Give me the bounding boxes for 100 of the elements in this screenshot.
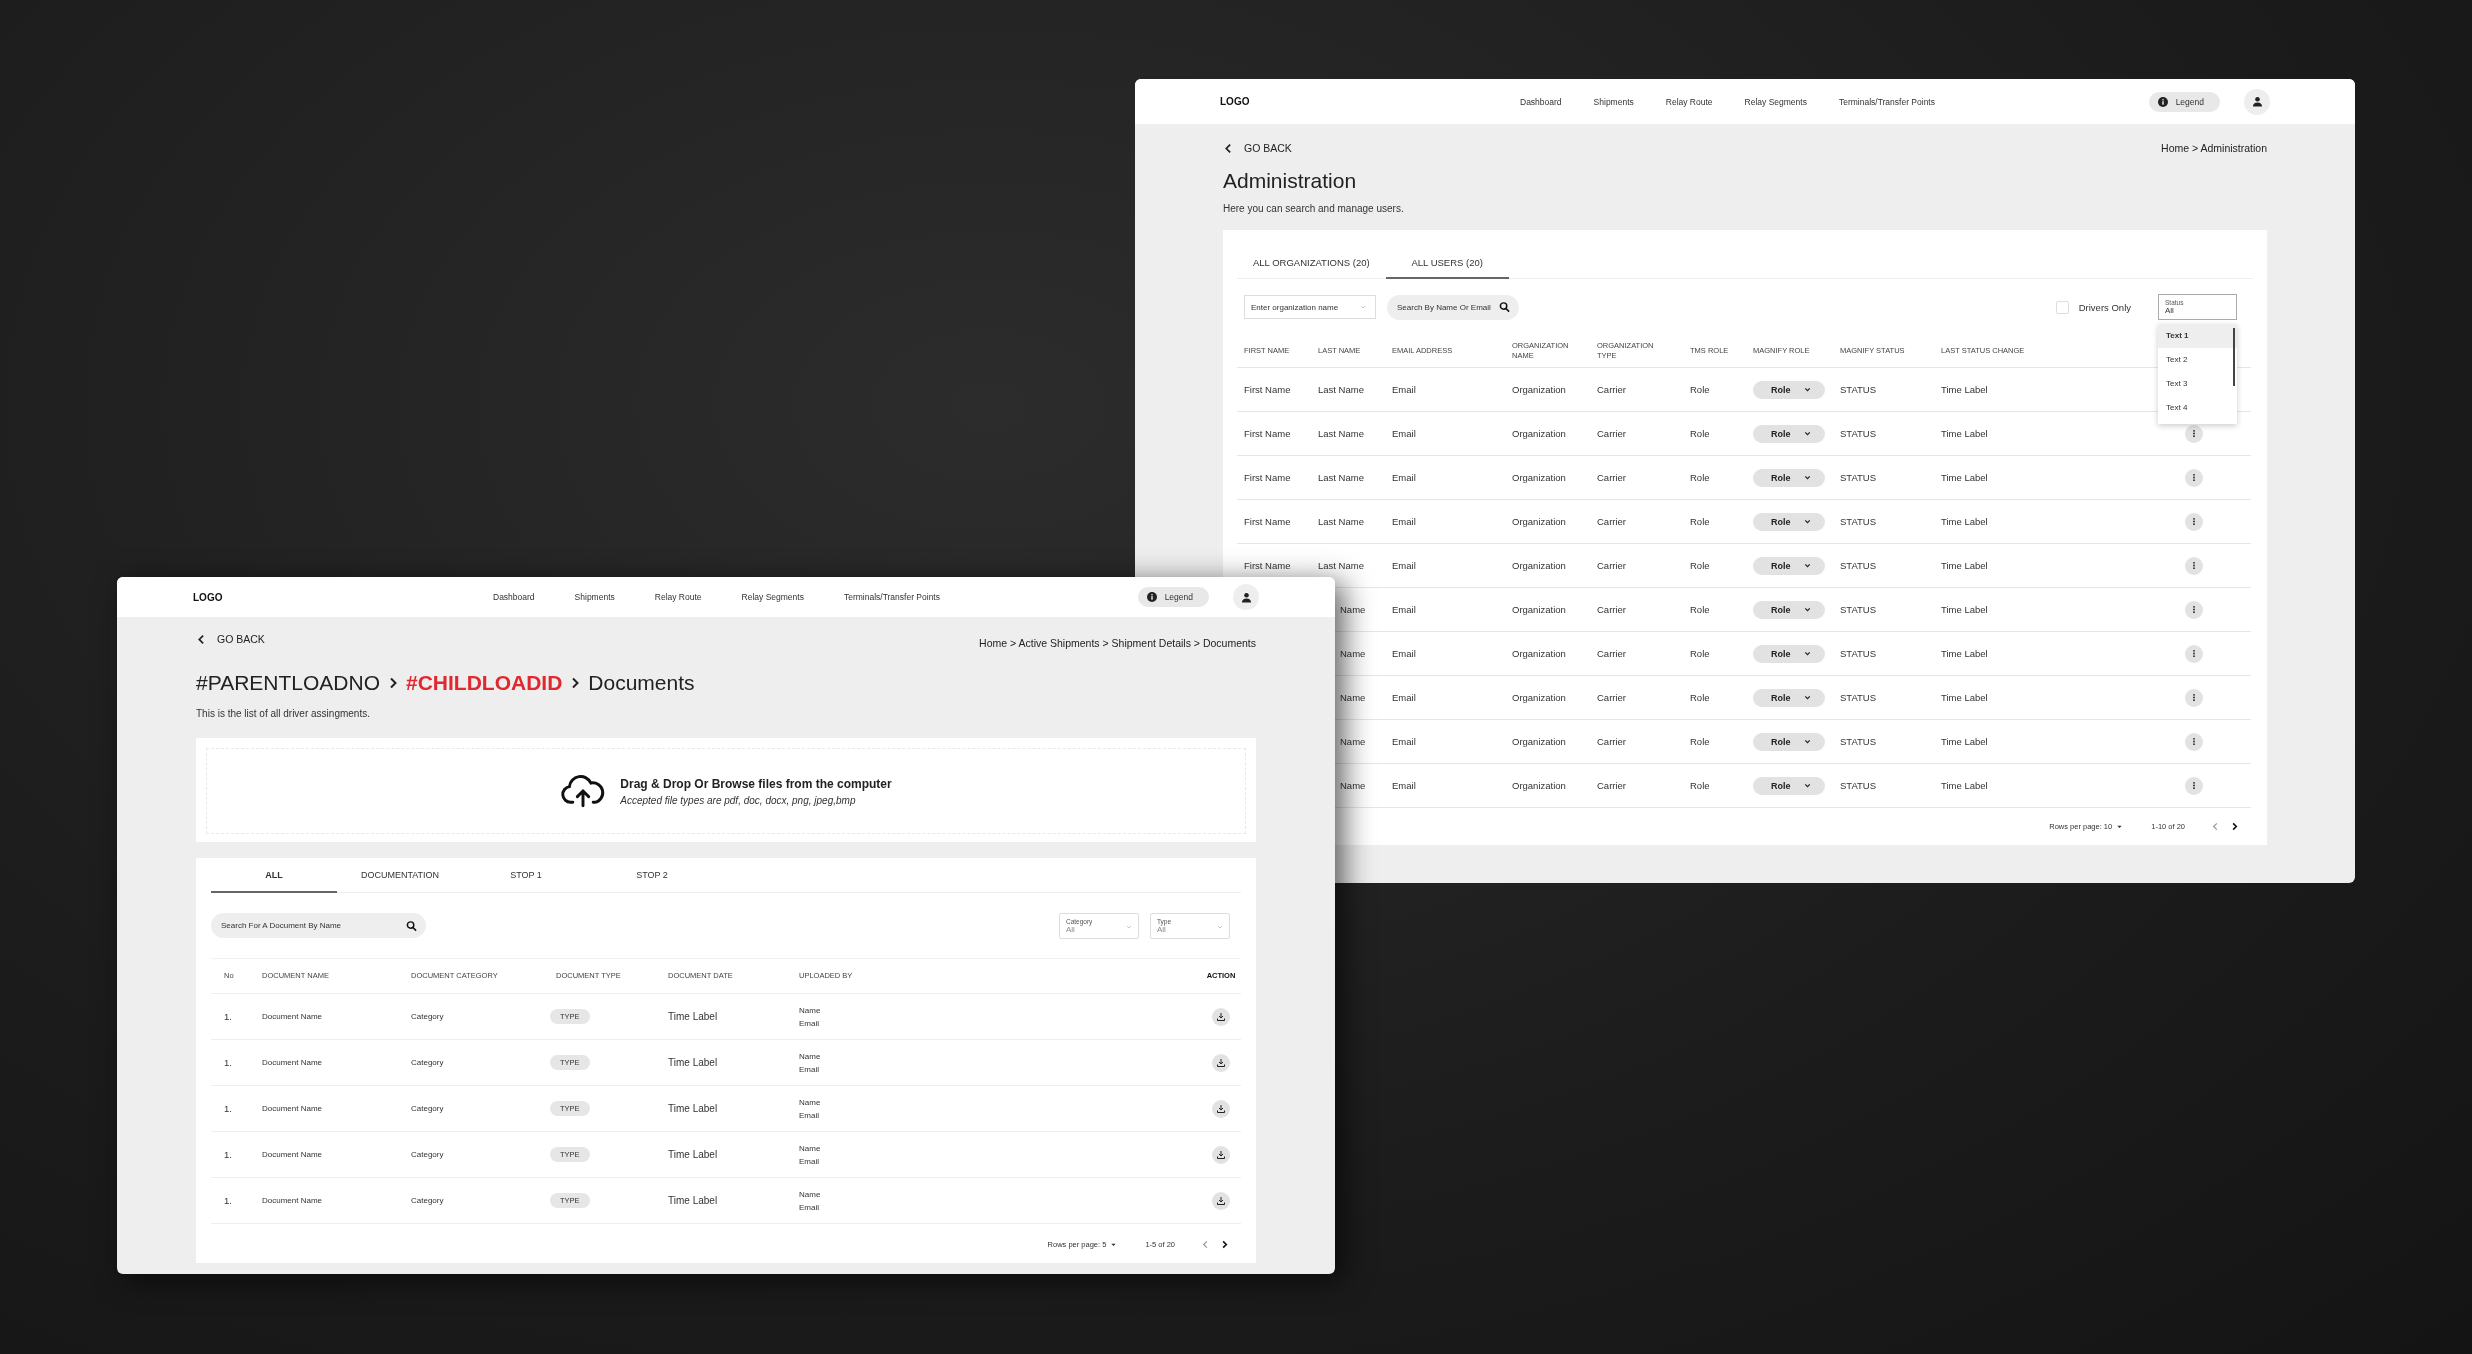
download-icon <box>1216 1149 1226 1160</box>
checkbox[interactable] <box>2055 300 2069 314</box>
user-icon <box>1240 591 1252 603</box>
organization-field[interactable]: Enter organization name <box>1244 295 1376 319</box>
page-title: Documents <box>588 671 695 695</box>
table-cell-text: STATUS <box>1840 384 1878 395</box>
table-cell-text: First Name <box>1244 516 1292 527</box>
uploader-name: Name <box>799 1143 821 1153</box>
next-page-button[interactable] <box>1220 1239 1229 1249</box>
download-button[interactable] <box>1212 1053 1230 1072</box>
more-button[interactable] <box>2185 776 2203 795</box>
nav-link[interactable]: Relay Segments <box>1744 96 1807 107</box>
table-cell-text: Name <box>1339 780 1367 791</box>
uploader-email: Email <box>799 1064 819 1074</box>
chevron-down-icon <box>1802 429 1812 438</box>
tab[interactable]: ALL USERS (20) <box>1385 248 1509 279</box>
dropdown-option[interactable]: Text 4 <box>2158 396 2237 420</box>
table-cell-text: Time Label <box>1941 384 1989 395</box>
tab[interactable]: DOCUMENTATION <box>337 858 463 893</box>
more-button[interactable] <box>2185 556 2203 575</box>
dropdown-option[interactable]: Text 3 <box>2158 372 2237 396</box>
more-button[interactable] <box>2185 688 2203 707</box>
tab[interactable]: STOP 2 <box>589 858 715 893</box>
table-cell-text: STATUS <box>1840 604 1878 615</box>
drop-zone[interactable]: Drag & Drop Or Browse files from the computer Accepted file types are pdf, doc, docx, png, jpeg,bmp <box>206 748 1246 834</box>
checkbox-label: Drivers Only <box>2078 301 2131 313</box>
table-cell-text: Carrier <box>1597 604 1628 615</box>
nav-link[interactable]: Relay Segments <box>741 592 804 602</box>
tab[interactable]: ALL ORGANIZATIONS (20) <box>1245 248 1386 279</box>
nav-link[interactable]: Dashboard <box>1520 96 1562 107</box>
role-select[interactable]: Role <box>1753 468 1825 487</box>
go-back-link[interactable]: GO BACK <box>196 633 265 645</box>
dropdown-option[interactable]: Text 2 <box>2158 348 2237 372</box>
download-button[interactable] <box>1212 1007 1230 1026</box>
scrollbar[interactable] <box>2233 328 2235 386</box>
role-select[interactable]: Role <box>1753 512 1825 531</box>
nav-link[interactable]: Shipments <box>1593 96 1634 107</box>
table-cell-text: Time Label <box>1941 428 1989 439</box>
more-button[interactable] <box>2185 644 2203 663</box>
breadcrumb: Home > Active Shipments > Shipment Details > Documents <box>979 637 1256 649</box>
uploader-email: Email <box>799 1202 819 1212</box>
kebab-icon <box>2192 561 2196 570</box>
table-cell-text: STATUS <box>1840 780 1878 791</box>
user-button[interactable] <box>2244 88 2270 115</box>
role-select[interactable]: Role <box>1753 556 1825 575</box>
role-select[interactable]: Role <box>1753 776 1825 795</box>
download-button[interactable] <box>1212 1145 1230 1164</box>
table-cell-text: Organization <box>1512 648 1567 659</box>
download-button[interactable] <box>1212 1191 1230 1210</box>
tab[interactable]: ALL <box>211 858 337 893</box>
chevron-down-icon <box>1802 605 1812 614</box>
legend-button[interactable]: Legend <box>1137 587 1209 607</box>
nav-link[interactable]: Dashboard <box>493 592 535 602</box>
more-button[interactable] <box>2185 732 2203 751</box>
table-cell-text: STATUS <box>1840 560 1878 571</box>
more-button[interactable] <box>2185 468 2203 487</box>
kebab-icon <box>2192 737 2196 746</box>
search-field[interactable]: Search For A Document By Name <box>211 913 426 938</box>
table-cell-text: Email <box>1392 736 1417 747</box>
table-cell-text: Time Label <box>1941 604 1989 615</box>
table-cell-text: Time Label <box>1941 780 1989 791</box>
legend-button[interactable]: Legend <box>2148 91 2220 112</box>
go-back-link[interactable]: GO BACK <box>1223 142 1292 154</box>
table-cell-text: Document Name <box>262 1150 324 1159</box>
search-field[interactable]: Search By Name Or Email <box>1387 294 1519 320</box>
nav-link[interactable]: Terminals/Transfer Points <box>1838 96 1935 107</box>
download-button[interactable] <box>1212 1099 1230 1118</box>
table-cell-text: Email <box>1392 604 1417 615</box>
user-button[interactable] <box>1233 584 1259 610</box>
next-page-button[interactable] <box>2230 821 2239 831</box>
nav-link[interactable]: Terminals/Transfer Points <box>843 592 940 602</box>
kebab-icon <box>2192 649 2196 658</box>
role-select[interactable]: Role <box>1753 424 1825 443</box>
chevron-left-icon <box>1223 142 1234 154</box>
more-button[interactable] <box>2185 512 2203 531</box>
role-select[interactable]: Role <box>1753 600 1825 619</box>
table-cell-text: 1. <box>224 1103 233 1114</box>
nav-link[interactable]: Relay Route <box>654 592 702 602</box>
nav-link[interactable]: Shipments <box>574 592 615 602</box>
table-cell-text: Email <box>1392 516 1417 527</box>
role-select[interactable]: Role <box>1753 732 1825 751</box>
more-button[interactable] <box>2185 424 2203 443</box>
table-cell-text: STATUS <box>1840 736 1878 747</box>
tab[interactable]: STOP 1 <box>463 858 589 893</box>
dropdown-option[interactable]: Text 1 <box>2158 324 2237 348</box>
caret-icon <box>1359 303 1367 311</box>
uploader-email: Email <box>799 1110 819 1120</box>
previous-page-button[interactable] <box>1201 1239 1210 1249</box>
download-icon <box>1216 1057 1226 1068</box>
table-cell-text: Organization <box>1512 604 1567 615</box>
table-cell-text: Category <box>411 1104 445 1113</box>
table-cell-text: Carrier <box>1597 428 1628 439</box>
more-button[interactable] <box>2185 600 2203 619</box>
role-select[interactable]: Role <box>1753 688 1825 707</box>
role-select[interactable]: Role <box>1753 644 1825 663</box>
table-cell-text: Document Name <box>262 1058 324 1067</box>
previous-page-button[interactable] <box>2211 821 2220 831</box>
nav-link[interactable]: Relay Route <box>1665 96 1713 107</box>
role-select[interactable]: Role <box>1753 380 1825 399</box>
page-title: #PARENTLOADNO <box>196 671 380 695</box>
